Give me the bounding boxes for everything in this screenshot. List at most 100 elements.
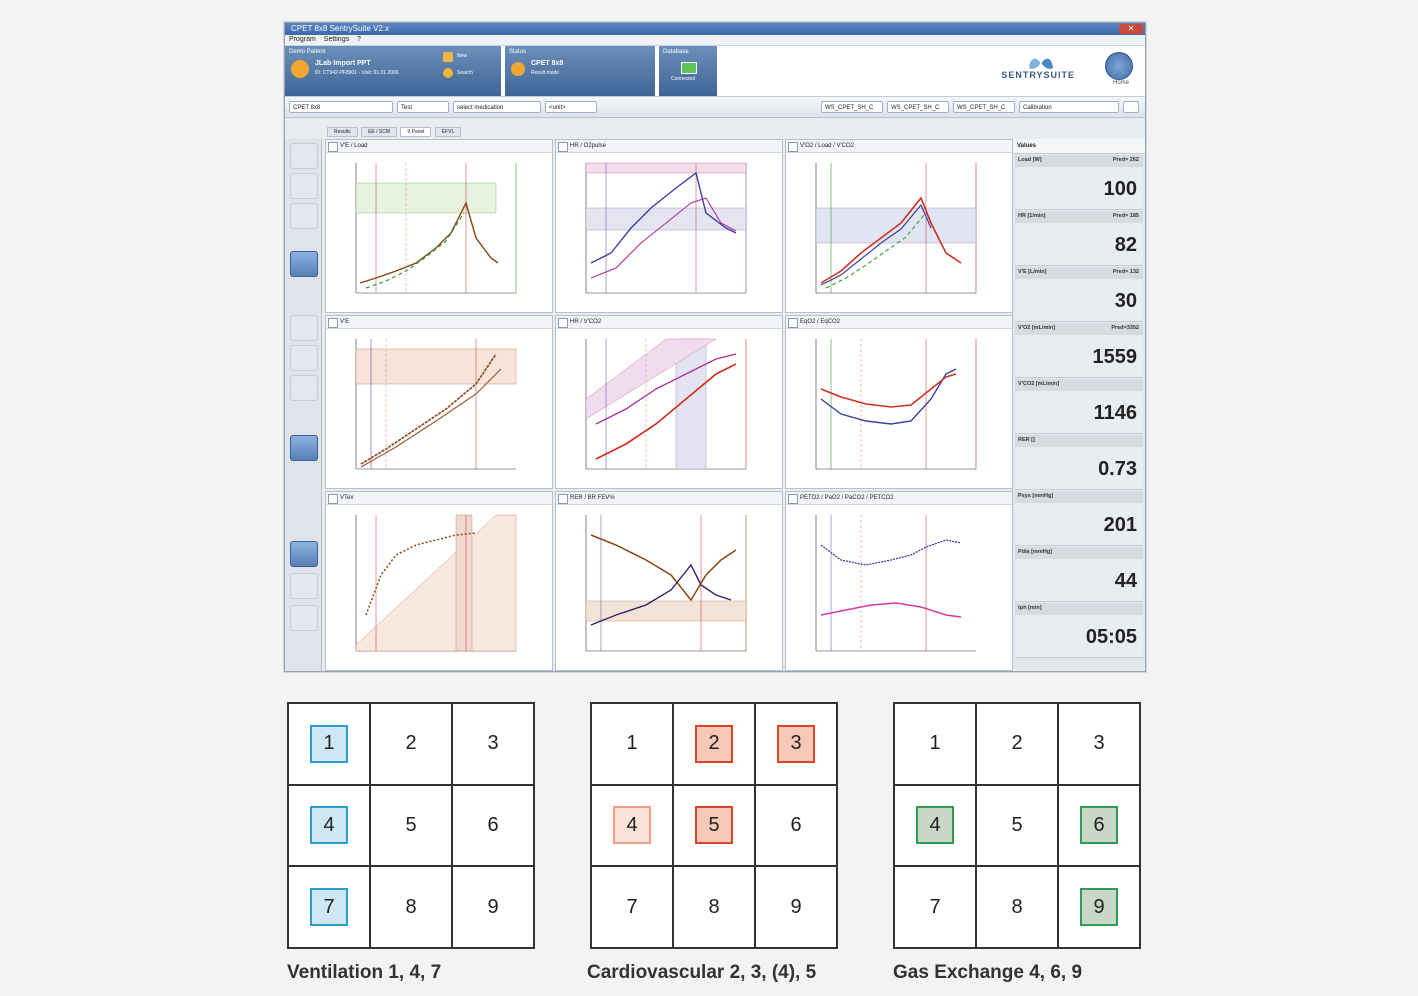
value-ve-label: V'E [L/min] [1018, 269, 1047, 275]
grid-cell: 7 [591, 866, 673, 948]
value-hr: HR [1/min] Pred= 185 82 [1015, 211, 1143, 266]
menu-bar: Program Settings ? [285, 35, 1145, 46]
tab-9-panel[interactable]: 9 Panel [400, 127, 432, 137]
grid-cell: 8 [370, 866, 452, 948]
tool-button-11[interactable] [290, 605, 318, 631]
menu-program[interactable]: Program [289, 36, 316, 43]
status-title: CPET 8x8 [531, 60, 564, 67]
tool-button-3[interactable] [290, 203, 318, 229]
value-psys-num: 201 [1103, 514, 1137, 536]
unit-select[interactable]: <unit> [545, 101, 597, 113]
tool-button-7[interactable] [290, 375, 318, 401]
panel-1-plot [355, 163, 517, 294]
new-button[interactable]: New [457, 53, 467, 59]
highlight-box: 2 [695, 724, 733, 763]
view-tabs: Results EE / SCM 9 Panel EFVL [327, 127, 463, 137]
grid-cell: 9 [1058, 866, 1140, 948]
menu-help[interactable]: ? [357, 36, 361, 43]
panel-6[interactable]: EqO2 / EqCO2 [785, 315, 1013, 489]
calibration-button[interactable]: Calibration [1019, 101, 1119, 113]
value-pdia-label: Pdia [mmHg] [1018, 549, 1052, 555]
ws-button-1[interactable]: WS_CPET_SH_C [821, 101, 883, 113]
grid-cell: 1 [288, 703, 370, 785]
tool-button-5[interactable] [290, 315, 318, 341]
panel-9[interactable]: PETO2 / PaO2 / PaCO2 / PETCO2 [785, 491, 1013, 671]
panel-2[interactable]: HR / O2pulse [555, 139, 783, 313]
grid-cell: 5 [370, 784, 452, 867]
highlight-box: 3 [777, 724, 815, 763]
new-icon[interactable] [443, 52, 453, 62]
cardiovascular-caption: Cardiovascular 2, 3, (4), 5 [587, 962, 817, 983]
grid-cell: 6 [452, 784, 534, 867]
tab-efvl[interactable]: EFVL [434, 127, 462, 137]
grid-cell: 4 [591, 784, 673, 867]
panel-4-title: V'E [326, 316, 552, 329]
tab-ee-scm[interactable]: EE / SCM [361, 127, 398, 137]
grid-cell: 4 [894, 784, 976, 867]
tool-button-6[interactable] [290, 345, 318, 371]
value-ve-pred: Pred= 132 [1112, 269, 1139, 275]
database-section-label: Database [663, 49, 689, 55]
lungs-logo-icon [1029, 52, 1053, 69]
value-load: Load [W] Pred= 262 100 [1015, 155, 1143, 210]
value-tph-num: 05:05 [1085, 626, 1137, 648]
search-button[interactable]: Search [457, 70, 473, 76]
tool-button-2[interactable] [290, 173, 318, 199]
patient-block[interactable]: Demo Patient JLab Import PPT ID: CT942-P… [285, 46, 501, 96]
title-bar: CPET 8x8 SentrySuite V2.x ✕ [285, 23, 1145, 35]
tool-button-1[interactable] [290, 143, 318, 169]
tab-results[interactable]: Results [327, 127, 358, 137]
settings-icon[interactable] [1123, 101, 1139, 113]
panel-8[interactable]: RER / BR FEV% [555, 491, 783, 671]
brand-logo: SENTRYSUITE [1001, 70, 1075, 80]
tool-button-10[interactable] [290, 573, 318, 599]
value-rer: RER [] 0.73 [1015, 435, 1143, 490]
panel-3-title: V'O2 / Load / V'CO2 [786, 140, 1012, 153]
panel-2-plot [585, 162, 747, 294]
ws-button-2[interactable]: WS_CPET_SH_C [887, 101, 949, 113]
program-select[interactable]: CPET 8x8 [289, 101, 393, 113]
value-vo2: V'O2 [mL/min] Pred=3352 1559 [1015, 323, 1143, 378]
edit-tool-button[interactable] [290, 251, 318, 277]
panel-2-title: HR / O2pulse [556, 140, 782, 153]
panel-4[interactable]: V'E [325, 315, 553, 489]
grid-cell: 9 [452, 866, 534, 948]
grid-cell: 7 [288, 866, 370, 948]
close-icon[interactable]: ✕ [1119, 24, 1143, 34]
database-block: Database Connected [659, 46, 717, 96]
panel-7[interactable]: VTex [325, 491, 553, 671]
grid-cell: 1 [591, 703, 673, 785]
ventilation-caption: Ventilation 1, 4, 7 [287, 962, 442, 983]
value-ve: V'E [L/min] Pred= 132 30 [1015, 267, 1143, 322]
value-load-num: 100 [1103, 178, 1137, 200]
grid-cell: 9 [755, 866, 837, 948]
menu-settings[interactable]: Settings [324, 36, 349, 43]
value-load-pred: Pred= 262 [1112, 157, 1139, 163]
window-title: CPET 8x8 SentrySuite V2.x [291, 24, 390, 33]
panel-1-title: V'E / Load [326, 140, 552, 153]
status-section-label: Status [509, 49, 527, 55]
zoom-tool-button[interactable] [290, 435, 318, 461]
grid-cell: 4 [288, 784, 370, 867]
panel-1[interactable]: V'E / Load [325, 139, 553, 313]
grid-cell: 2 [976, 703, 1058, 785]
panel-4-plot [355, 339, 517, 470]
grid-cell: 6 [1058, 784, 1140, 867]
values-panel: Values Load [W] Pred= 262 100 HR [1/min] Pr… [1012, 139, 1145, 669]
patient-id: ID: CT942-PF8901 - Visit: 01.01.2006 [315, 70, 399, 76]
ws-button-3[interactable]: WS_CPET_SH_C [953, 101, 1015, 113]
search-icon[interactable] [443, 68, 453, 78]
highlight-box: 4 [310, 806, 348, 845]
medication-select[interactable]: select medication [453, 101, 541, 113]
panel-9-plot [815, 515, 976, 652]
cpet-app-window: CPET 8x8 SentrySuite V2.x ✕ Program Sett… [284, 22, 1146, 672]
test-select[interactable]: Test [397, 101, 449, 113]
database-state: Connected [671, 76, 696, 82]
home-icon[interactable] [1105, 52, 1133, 80]
panel-5[interactable]: HR / V'CO2 [555, 315, 783, 489]
panel-7-title: VTex [326, 492, 552, 505]
value-pdia: Pdia [mmHg] 44 [1015, 547, 1143, 602]
value-vo2-label: V'O2 [mL/min] [1018, 325, 1056, 331]
report-tool-button[interactable] [290, 541, 318, 567]
panel-3[interactable]: V'O2 / Load / V'CO2 [785, 139, 1013, 313]
